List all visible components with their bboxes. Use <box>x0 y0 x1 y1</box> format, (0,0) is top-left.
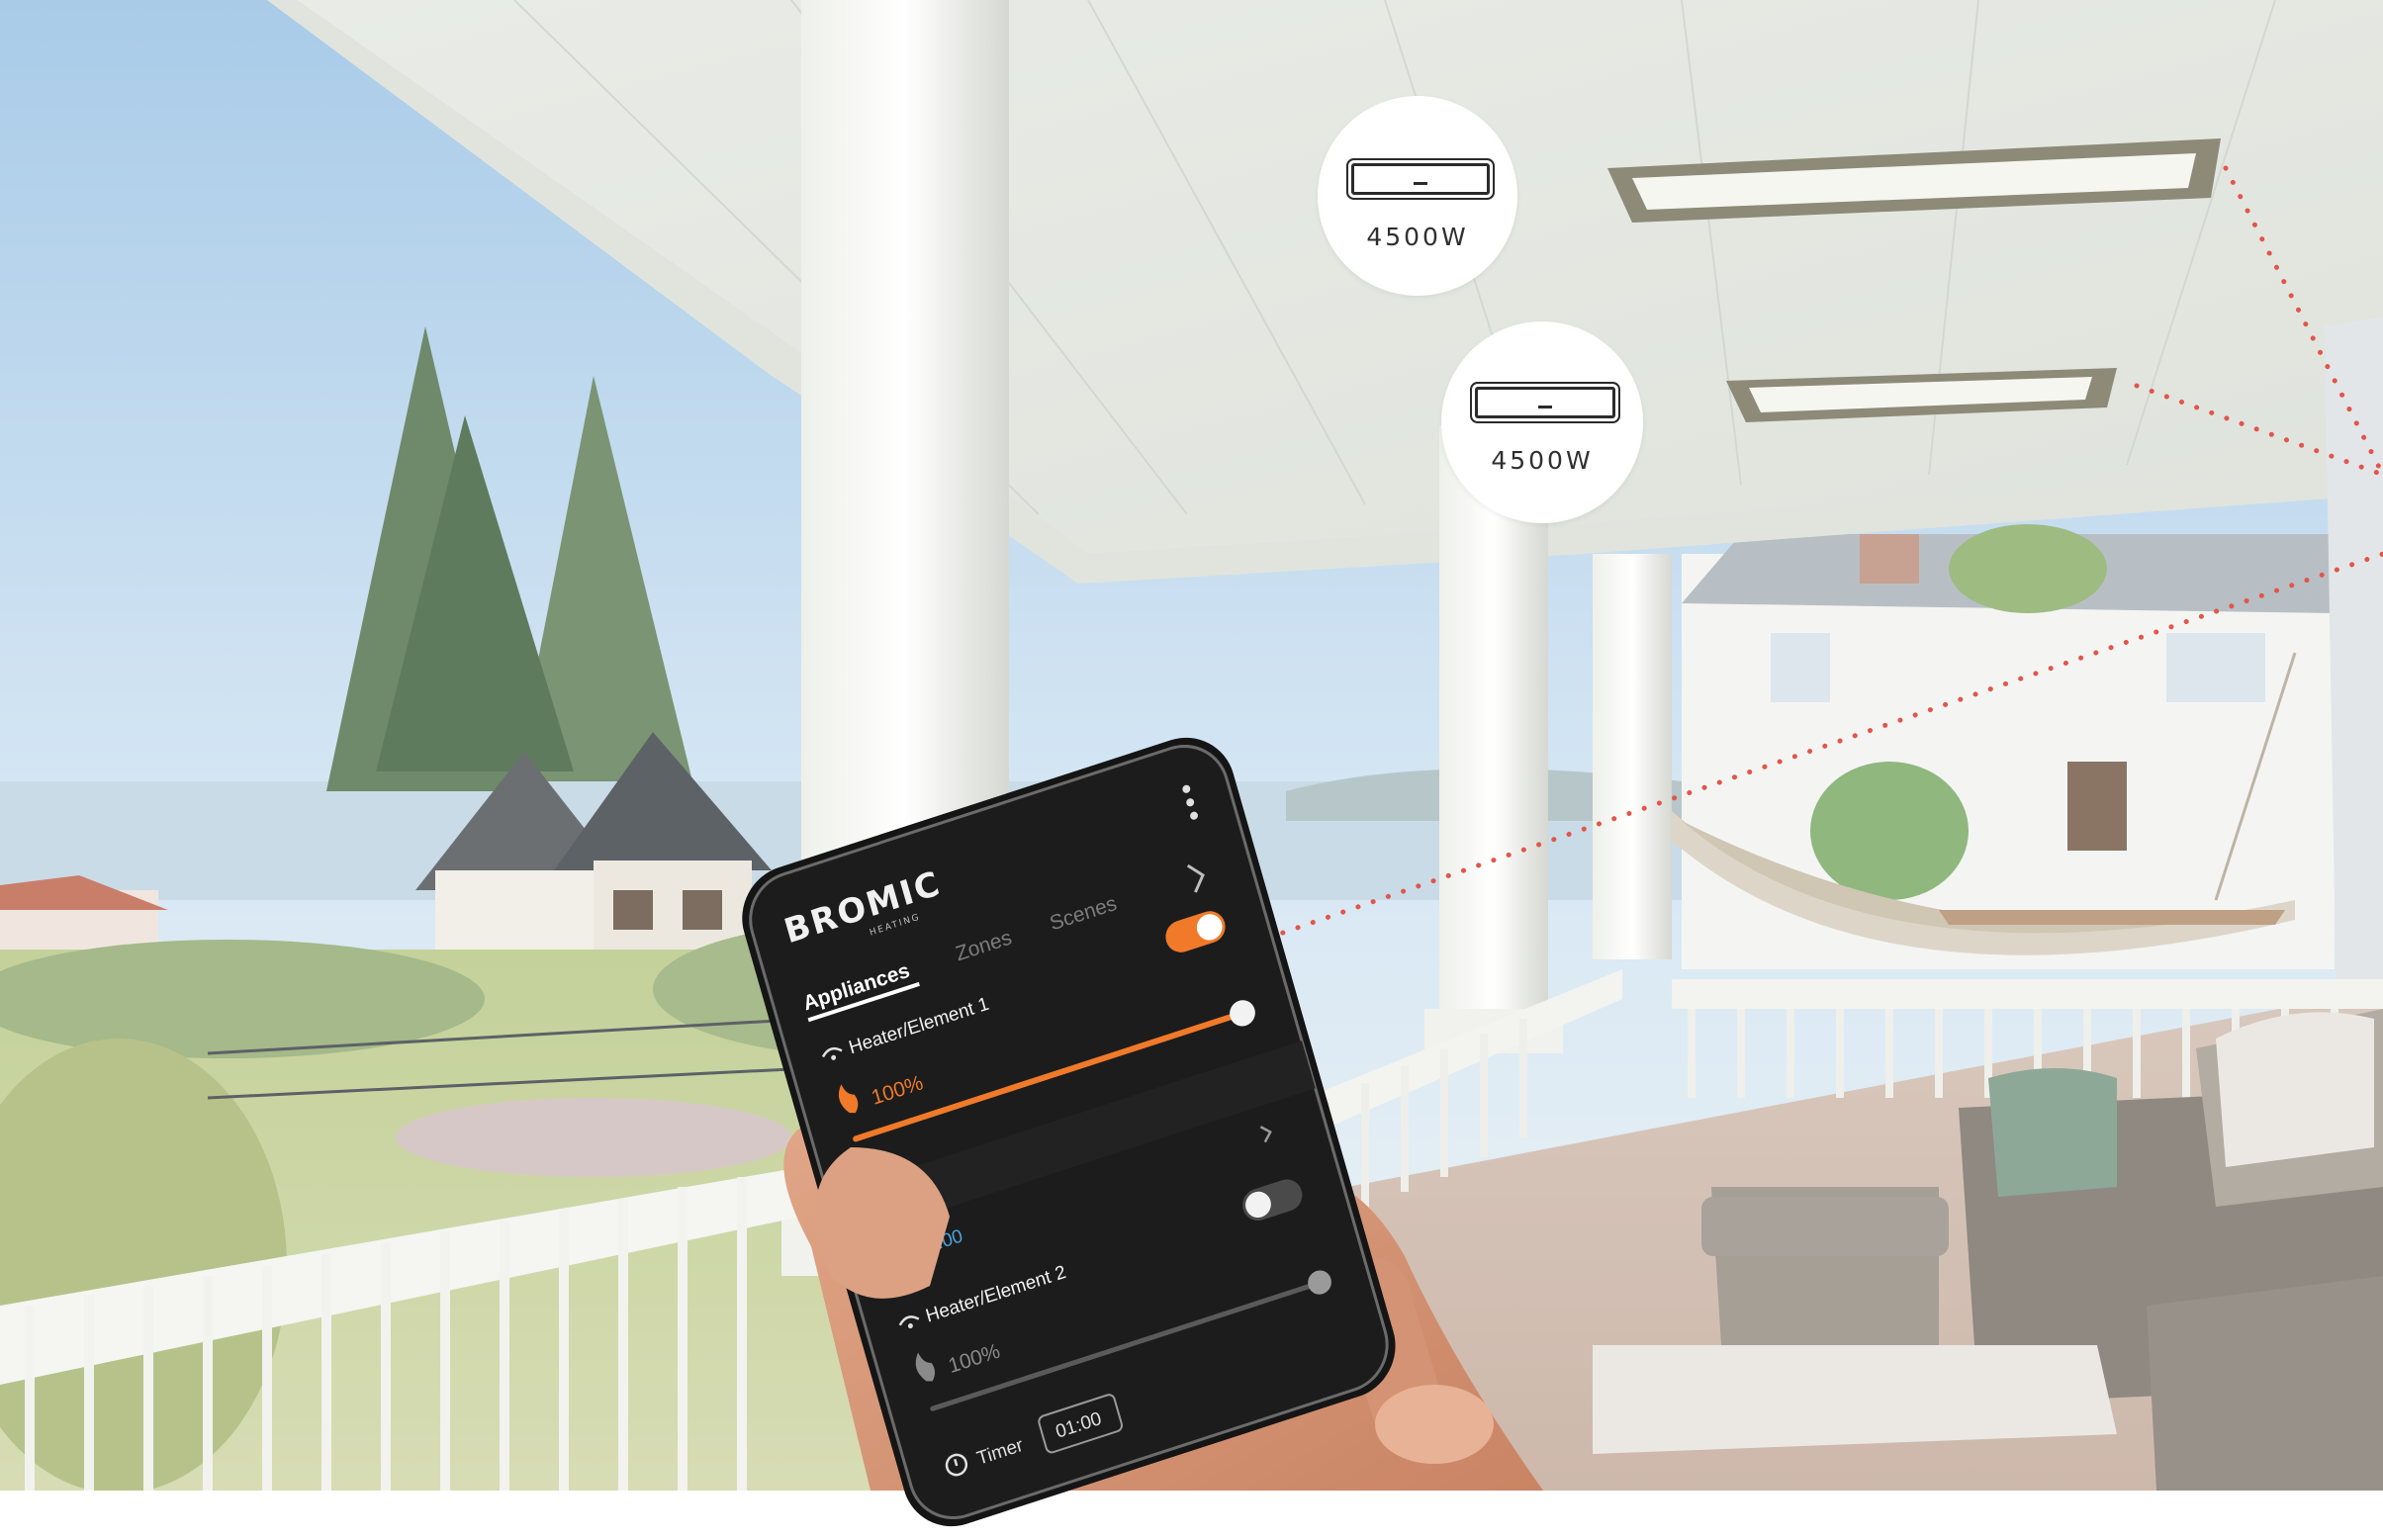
heater-icon <box>1475 387 1615 418</box>
callout-line-phone <box>1159 551 2383 977</box>
callout-line-heater-1 <box>2223 165 2383 478</box>
wattage-badge: 4500W <box>1441 321 1643 523</box>
wattage-label: 4500W <box>1366 223 1469 251</box>
wattage-badge: 4500W <box>1318 96 1517 296</box>
callout-line-heater-2 <box>2134 383 2383 478</box>
heater-icon <box>1351 163 1490 195</box>
callout-lines <box>1159 165 2383 977</box>
wattage-label: 4500W <box>1491 446 1594 475</box>
